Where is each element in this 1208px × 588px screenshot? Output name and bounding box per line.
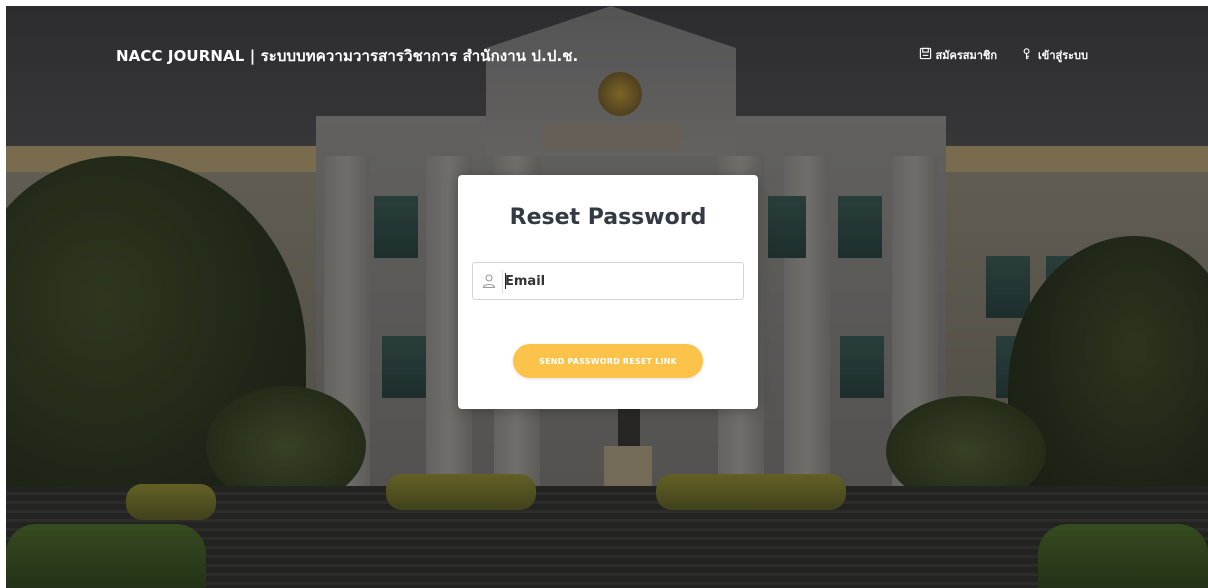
reset-password-card: Reset Password SEND PASSWORD RESET LINK	[458, 175, 758, 409]
login-icon	[1021, 47, 1034, 63]
email-input[interactable]	[505, 263, 739, 299]
text-caret	[505, 273, 506, 289]
top-nav: สมัครสมาชิก เข้าสู่ระบบ	[919, 46, 1088, 64]
reset-password-title: Reset Password	[509, 205, 707, 230]
page-frame: NACC JOURNAL | ระบบบทความวารสารวิชาการ ส…	[6, 6, 1208, 588]
site-brand-link[interactable]: NACC JOURNAL | ระบบบทความวารสารวิชาการ ส…	[116, 44, 578, 68]
register-label: สมัครสมาชิก	[935, 49, 998, 62]
send-reset-link-button[interactable]: SEND PASSWORD RESET LINK	[513, 344, 703, 378]
login-label: เข้าสู่ระบบ	[1038, 49, 1088, 62]
user-icon	[481, 273, 497, 289]
login-link[interactable]: เข้าสู่ระบบ	[1021, 46, 1088, 64]
field-divider	[502, 270, 503, 294]
email-field-wrapper	[472, 262, 744, 300]
top-header: NACC JOURNAL | ระบบบทความวารสารวิชาการ ส…	[6, 6, 1208, 86]
register-icon	[919, 47, 932, 63]
register-link[interactable]: สมัครสมาชิก	[919, 46, 998, 64]
